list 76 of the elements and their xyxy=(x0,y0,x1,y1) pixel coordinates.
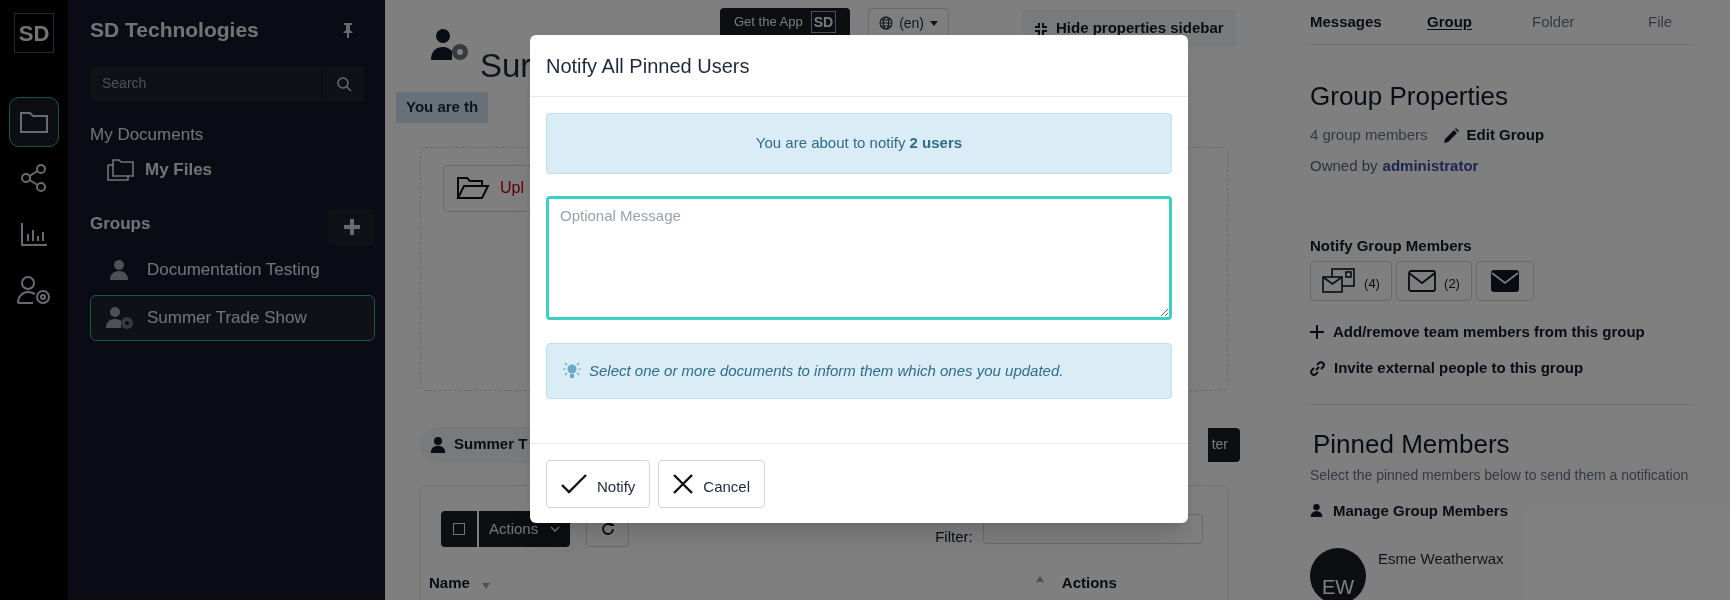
select-all-checkbox[interactable] xyxy=(453,522,465,535)
column-header[interactable]: Name xyxy=(429,572,470,595)
edit-group-link[interactable]: Edit Group xyxy=(1443,124,1545,147)
column-header[interactable]: Actions xyxy=(1061,572,1117,595)
hint-text: Select one or more documents to inform them which ones you updated. xyxy=(589,360,1064,381)
plus-icon xyxy=(1310,324,1324,339)
user-icon xyxy=(430,435,446,454)
modal-title: Notify All Pinned Users xyxy=(530,35,1188,97)
sidebar-title: SD Technologies xyxy=(90,17,259,43)
check-icon xyxy=(561,473,587,494)
notify-pinned-button[interactable]: (2) xyxy=(1396,260,1472,301)
collapse-icon xyxy=(1034,21,1049,36)
plus-icon xyxy=(342,217,361,236)
section-heading: Groups xyxy=(90,212,151,235)
email-button[interactable] xyxy=(1476,260,1534,301)
envelope-icon xyxy=(1408,269,1437,292)
lightbulb-icon xyxy=(563,362,581,380)
notify-button[interactable]: Notify xyxy=(546,459,651,508)
search-field[interactable]: Search xyxy=(90,65,322,102)
link-icon xyxy=(1310,360,1325,376)
app-logo: SD xyxy=(810,11,837,33)
envelope-icon xyxy=(1491,269,1519,292)
notice-text: You are about to notify 2 users xyxy=(755,133,963,154)
section-heading: My Documents xyxy=(90,123,205,146)
member-count: 4 group members xyxy=(1310,125,1428,145)
open-folder-icon xyxy=(456,176,490,200)
manage-members-link[interactable]: Manage Group Members xyxy=(1310,499,1695,522)
panel-heading: Group Properties xyxy=(1310,80,1509,113)
sort-icon[interactable] xyxy=(481,583,490,590)
owner-link[interactable]: administrator xyxy=(1382,154,1479,177)
section-heading: Notify Group Members xyxy=(1310,236,1473,256)
pin-icon[interactable] xyxy=(341,21,355,38)
add-group-button[interactable] xyxy=(328,208,375,245)
user-icon xyxy=(109,258,129,281)
group-item[interactable]: Documentation Testing xyxy=(90,246,375,293)
role-badge: You are th xyxy=(396,92,489,123)
message-field[interactable]: Optional Message xyxy=(546,196,1172,320)
bar-chart-icon xyxy=(20,221,48,247)
owner-label: Owned by xyxy=(1310,155,1378,176)
share-icon xyxy=(20,163,48,193)
member-name: Esme Weatherwax xyxy=(1378,549,1504,569)
group-name: Summer T xyxy=(454,434,528,455)
add-members-link[interactable]: Add/remove team members from this group xyxy=(1310,320,1710,343)
sort-icon[interactable] xyxy=(1035,576,1044,583)
select-all-button[interactable] xyxy=(441,510,477,547)
my-files-link[interactable]: My Files xyxy=(106,157,213,183)
search-icon xyxy=(335,75,352,92)
app-logo: SD xyxy=(14,13,54,53)
group-item[interactable]: Summer Trade Show xyxy=(90,294,375,341)
get-app-button[interactable]: Get the App SD xyxy=(720,8,851,36)
member-avatar: EW xyxy=(1310,548,1366,600)
close-icon xyxy=(673,473,694,494)
properties-tab[interactable]: Group xyxy=(1427,10,1532,34)
folder-icon xyxy=(19,109,49,135)
cancel-button[interactable]: Cancel xyxy=(658,459,766,508)
folders-icon xyxy=(106,157,135,182)
filter-label: Filter: xyxy=(935,526,973,547)
nav-button[interactable] xyxy=(9,97,59,147)
search-button[interactable] xyxy=(322,65,364,102)
page-title: Sur xyxy=(480,49,532,82)
globe-icon xyxy=(879,16,894,30)
chevron-icon xyxy=(550,525,561,532)
user-gear-icon xyxy=(430,28,470,62)
pencil-icon xyxy=(1443,127,1459,143)
user-gear-icon xyxy=(105,305,135,330)
panel-heading: Pinned Members xyxy=(1313,427,1511,461)
refresh-icon xyxy=(599,520,616,537)
invite-link[interactable]: Invite external people to this group xyxy=(1310,357,1710,380)
caret-icon xyxy=(930,20,939,26)
user-icon xyxy=(1310,503,1323,519)
filter-button[interactable]: ter xyxy=(1207,427,1240,462)
user-gear-icon xyxy=(16,274,52,306)
notify-all-button[interactable]: (4) xyxy=(1310,260,1392,301)
envelopes-icon xyxy=(1322,267,1357,294)
pinned-description: Select the pinned members below to send them a notification xyxy=(1310,465,1690,485)
properties-tab[interactable]: Messages xyxy=(1310,10,1427,34)
